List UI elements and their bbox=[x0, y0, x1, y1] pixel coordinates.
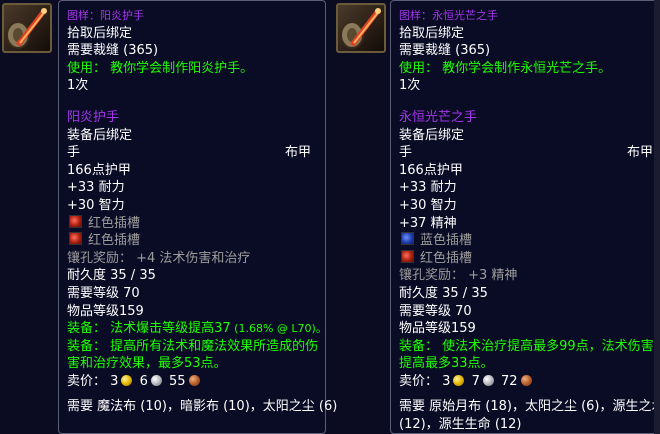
sell-price: 卖价： 3 6 55 bbox=[67, 373, 317, 391]
recipe-title: 图样：阳炎护手 bbox=[67, 9, 144, 22]
sell-label: 卖价： bbox=[399, 373, 439, 389]
required-skill: 需要裁缝 (365) bbox=[67, 43, 159, 59]
equip-effect-rating: (1.68% @ L70)。 bbox=[230, 322, 327, 336]
silver-coin-icon bbox=[150, 374, 162, 386]
copper-coin-icon bbox=[188, 374, 200, 386]
use-effect: 使用： 教你学会制作阳炎护手。 bbox=[67, 60, 254, 76]
right-tooltip: 图样：永恒光芒之手 拾取后绑定 需要裁缝 (365) 使用： 教你学会制作永恒光… bbox=[390, 0, 660, 434]
durability: 耐久度 35 / 35 bbox=[399, 285, 488, 301]
sell-gold: 3 bbox=[442, 373, 451, 389]
bind-type: 拾取后绑定 bbox=[399, 25, 465, 41]
equip-slot: 手 bbox=[399, 145, 413, 161]
socket-1: 蓝色插槽 bbox=[399, 232, 651, 250]
sell-silver: 7 bbox=[471, 373, 480, 389]
equip-effect-2-line2: 害和治疗效果，最多53点。 bbox=[67, 356, 227, 372]
item-bind-type: 装备后绑定 bbox=[399, 127, 465, 143]
gold-coin-icon bbox=[453, 374, 465, 386]
charges: 1次 bbox=[399, 78, 421, 94]
stat-intellect: +30 智力 bbox=[399, 197, 457, 213]
armor-type: 布甲 bbox=[626, 145, 653, 161]
socket-label: 蓝色插槽 bbox=[420, 233, 473, 249]
left-tooltip: 图样：阳炎护手 拾取后绑定 需要裁缝 (365) 使用： 教你学会制作阳炎护手。… bbox=[58, 0, 338, 434]
required-level: 需要等级 70 bbox=[399, 303, 472, 319]
socket-bonus: 镶孔奖励： +4 法术伤害和治疗 bbox=[67, 250, 251, 266]
socket-bonus: 镶孔奖励： +3 精神 bbox=[399, 268, 518, 284]
red-socket-icon bbox=[69, 232, 82, 246]
stat-stamina: +33 耐力 bbox=[67, 180, 125, 196]
equip-slot: 手 bbox=[67, 145, 81, 161]
blue-socket-icon bbox=[401, 232, 414, 246]
reagents-line: 需要 原始月布 (18)，太阳之尘 (6)，源生之水 bbox=[399, 399, 660, 415]
reagents-line: 需要 魔法布 (10)，暗影布 (10)，太阳之尘 (6) bbox=[67, 399, 338, 415]
sell-copper: 72 bbox=[501, 373, 518, 389]
reagents-line-2: (12)，源生生命 (12) bbox=[399, 417, 522, 433]
socket-label: 红色插槽 bbox=[88, 215, 141, 231]
slot-row: 手 布甲 bbox=[399, 144, 653, 162]
stat-spirit: +37 精神 bbox=[399, 215, 457, 231]
slot-row: 手 布甲 bbox=[67, 144, 317, 162]
armor-value: 166点护甲 bbox=[67, 162, 131, 178]
bind-type: 拾取后绑定 bbox=[67, 25, 133, 41]
copper-coin-icon bbox=[520, 374, 532, 386]
recipe-title: 图样：永恒光芒之手 bbox=[399, 9, 498, 22]
socket-1: 红色插槽 bbox=[67, 214, 317, 233]
use-effect: 使用： 教你学会制作永恒光芒之手。 bbox=[399, 60, 612, 76]
scrollbar[interactable] bbox=[654, 0, 660, 434]
right-tooltip-panel: 图样：永恒光芒之手 拾取后绑定 需要裁缝 (365) 使用： 教你学会制作永恒光… bbox=[334, 0, 660, 434]
silver-coin-icon bbox=[482, 374, 494, 386]
armor-type: 布甲 bbox=[284, 145, 311, 161]
socket-label: 红色插槽 bbox=[420, 250, 473, 266]
pattern-scroll-icon[interactable] bbox=[336, 3, 386, 53]
durability: 耐久度 35 / 35 bbox=[67, 268, 156, 284]
item-level: 物品等级159 bbox=[399, 321, 476, 337]
socket-2: 红色插槽 bbox=[67, 232, 317, 250]
item-name: 永恒光芒之手 bbox=[399, 109, 478, 125]
socket-label: 红色插槽 bbox=[88, 233, 141, 249]
sell-copper: 55 bbox=[169, 373, 186, 389]
charges: 1次 bbox=[67, 78, 89, 94]
stat-stamina: +33 耐力 bbox=[399, 180, 457, 196]
item-level: 物品等级159 bbox=[67, 303, 144, 319]
socket-2: 红色插槽 bbox=[399, 249, 651, 268]
equip-effect-1-line1: 装备： 使法术治疗提高最多99点，法术伤害 bbox=[399, 338, 654, 354]
red-socket-icon bbox=[69, 214, 82, 228]
sell-gold: 3 bbox=[110, 373, 119, 389]
equip-effect-text: 装备： 法术爆击等级提高37 bbox=[67, 321, 231, 337]
sell-label: 卖价： bbox=[67, 373, 107, 389]
equip-effect-1: 装备： 法术爆击等级提高37 (1.68% @ L70)。 bbox=[67, 320, 327, 338]
red-socket-icon bbox=[401, 249, 414, 263]
required-skill: 需要裁缝 (365) bbox=[399, 43, 491, 59]
item-bind-type: 装备后绑定 bbox=[67, 127, 133, 143]
item-name: 阳炎护手 bbox=[67, 109, 120, 125]
sell-price: 卖价： 3 7 72 bbox=[399, 373, 651, 391]
equip-effect-2-line1: 装备： 提高所有法术和魔法效果所造成的伤 bbox=[67, 338, 319, 354]
stat-intellect: +30 智力 bbox=[67, 197, 125, 213]
equip-effect-1-line2: 提高最多33点。 bbox=[399, 356, 494, 372]
required-level: 需要等级 70 bbox=[67, 285, 140, 301]
armor-value: 166点护甲 bbox=[399, 162, 463, 178]
pattern-scroll-icon[interactable] bbox=[2, 3, 52, 53]
left-tooltip-panel: 图样：阳炎护手 拾取后绑定 需要裁缝 (365) 使用： 教你学会制作阳炎护手。… bbox=[0, 0, 338, 434]
sell-silver: 6 bbox=[139, 373, 148, 389]
gold-coin-icon bbox=[121, 374, 133, 386]
